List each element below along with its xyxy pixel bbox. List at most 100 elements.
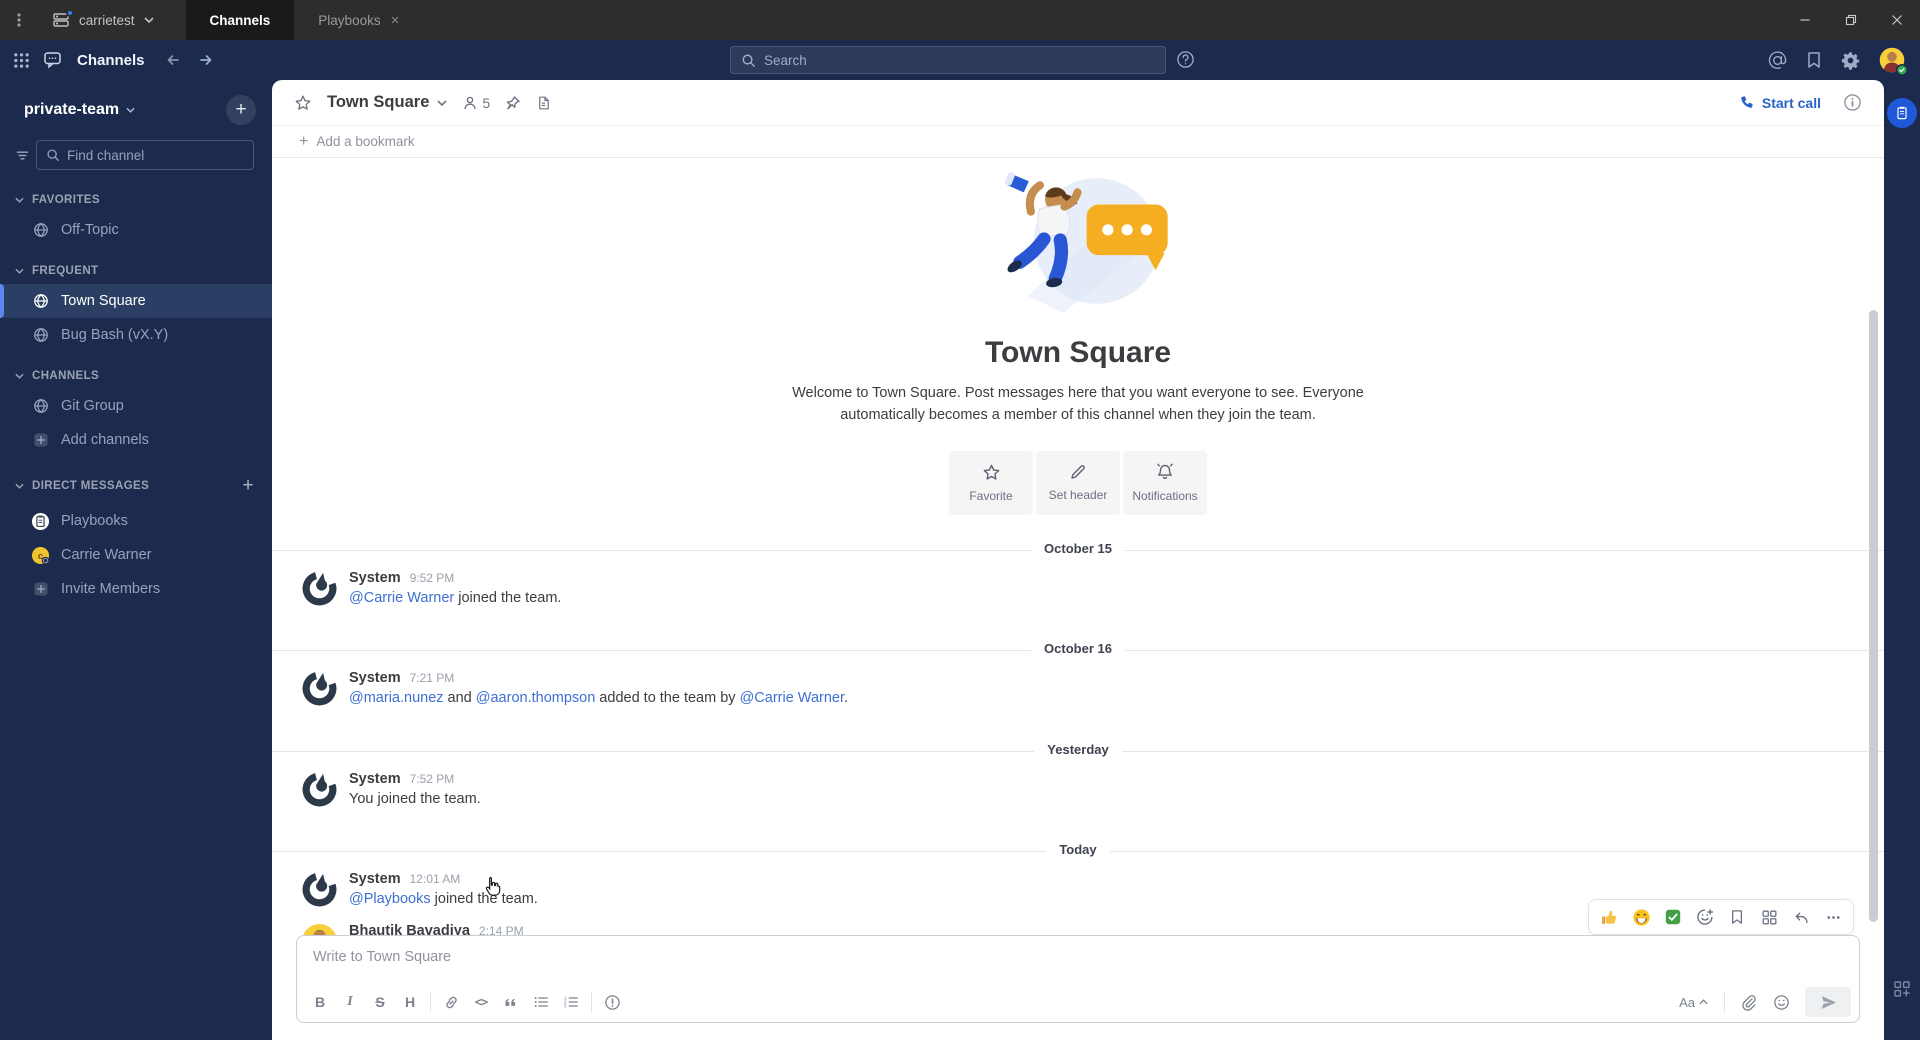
apps-grid-icon[interactable] [1893,980,1911,998]
sidebar-item-playbooks[interactable]: Playbooks [0,504,272,538]
message-author[interactable]: System [349,871,401,887]
settings-gear-icon[interactable] [1841,51,1860,70]
mention-link[interactable]: @Playbooks [349,891,431,907]
system-avatar[interactable] [301,670,338,707]
tab-playbooks[interactable]: Playbooks × [294,0,423,40]
channel-filter-icon[interactable] [13,140,31,170]
emoji-picker-icon[interactable] [1766,988,1796,1016]
team-menu[interactable]: private-team [24,101,135,119]
sidebar-item-invite-members[interactable]: Invite Members [0,572,272,606]
sidebar-item-bug-bash-vx-y-[interactable]: Bug Bash (vX.Y) [0,318,272,352]
app-menu-icon[interactable] [0,12,38,28]
section-header-direct-messages[interactable]: DIRECT MESSAGES + [0,468,272,504]
close-button[interactable] [1874,0,1920,40]
product-switcher-icon[interactable] [13,52,30,69]
add-channels-plus-button[interactable]: + [226,95,256,125]
find-channel-input[interactable] [67,147,244,163]
close-tab-icon[interactable]: × [391,12,400,29]
bhautik-avatar[interactable] [301,923,338,935]
date-divider-label: October 15 [1031,540,1125,556]
search-field[interactable] [764,52,1155,68]
bulleted-list-button[interactable] [526,988,556,1016]
search-input[interactable] [730,46,1166,74]
thumbs-up-reaction-icon[interactable] [1594,903,1624,931]
message-priority-button[interactable] [597,988,627,1016]
saved-posts-icon[interactable] [1806,51,1822,69]
save-message-icon[interactable] [1722,903,1752,931]
message-row[interactable]: System 9:52 PM @Carrie Warner joined the t… [272,563,1884,615]
set-header-button[interactable]: Set header [1036,450,1120,515]
pinned-posts-icon[interactable] [505,95,521,111]
tab-channels[interactable]: Channels [185,0,295,40]
find-channel-box[interactable] [36,140,254,170]
sidebar-item-off-topic[interactable]: Off-Topic [0,213,272,247]
message-row[interactable]: Bhautik Bavadiya2:14 PMTime is 19:50Edit… [272,899,1884,935]
mentions-icon[interactable] [1768,50,1787,70]
heading-button[interactable]: H [395,988,425,1016]
message-author[interactable]: System [349,771,401,787]
hide-formatting-button[interactable]: Aa [1671,988,1716,1016]
favorite-star-icon[interactable] [294,94,312,112]
add-reaction-icon[interactable] [1690,903,1720,931]
message-list: Town Square Welcome to Town Square. Post… [272,158,1884,935]
mention-link[interactable]: @aaron.thompson [476,690,596,706]
reply-icon[interactable] [1786,903,1816,931]
help-icon[interactable] [1176,50,1195,69]
playbooks-app-icon[interactable] [1887,98,1917,128]
favorite-button[interactable]: Favorite [949,450,1033,515]
message-body: System 7:21 PM @maria.nunez and @aaron.tho… [349,670,848,708]
link-button[interactable] [436,988,466,1016]
message-author[interactable]: System [349,670,401,686]
channel-files-icon[interactable] [536,95,551,111]
attach-file-icon[interactable] [1733,988,1763,1016]
send-message-button[interactable] [1805,987,1851,1017]
system-avatar[interactable] [301,871,338,908]
channel-members-button[interactable]: 5 [462,95,490,111]
add-direct-message-icon[interactable]: + [243,475,255,497]
channel-info-icon[interactable] [1843,93,1862,112]
sidebar-item-town-square[interactable]: Town Square [0,284,272,318]
sidebar-item-carrie-warner[interactable]: c Carrie Warner [0,538,272,572]
mention-link[interactable]: @maria.nunez [349,690,444,706]
channel-name-menu[interactable]: Town Square [327,93,447,112]
add-bookmark-bar[interactable]: + Add a bookmark [272,126,1884,158]
mention-link[interactable]: @Carrie Warner [740,690,844,706]
message-row[interactable]: System 7:52 PM You joined the team. [272,764,1884,816]
mention-link[interactable]: @Carrie Warner [349,590,454,606]
restore-button[interactable] [1828,0,1874,40]
scrollbar-thumb[interactable] [1869,310,1878,922]
minimize-button[interactable] [1782,0,1828,40]
history-forward-icon[interactable] [198,52,214,68]
message-author[interactable]: System [349,570,401,586]
server-switcher[interactable]: carrietest [38,0,176,40]
section-header-favorites[interactable]: FAVORITES [0,187,272,213]
sidebar-item-add-channels[interactable]: Add channels [0,423,272,457]
quote-button[interactable] [496,988,526,1016]
start-call-button[interactable]: Start call [1739,95,1821,111]
italic-button[interactable]: I [335,988,365,1016]
bold-button[interactable]: B [305,988,335,1016]
system-avatar[interactable] [301,570,338,607]
message-author[interactable]: Bhautik Bavadiya [349,923,470,935]
town-square-illustration [966,166,1191,318]
grinning-reaction-icon[interactable] [1626,903,1656,931]
message-apps-icon[interactable] [1754,903,1784,931]
message-row[interactable]: System 7:21 PM @maria.nunez and @aaron.tho… [272,663,1884,715]
code-button[interactable]: <> [466,988,496,1016]
system-avatar[interactable] [301,771,338,808]
globe-icon [31,398,50,414]
numbered-list-button[interactable]: 123 [556,988,586,1016]
playbooks-icon [31,512,50,531]
strikethrough-button[interactable]: S [365,988,395,1016]
section-header-frequent[interactable]: FREQUENT [0,258,272,284]
message-input[interactable]: Write to Town Square [297,936,1859,978]
check-mark-reaction-icon[interactable] [1658,903,1688,931]
user-avatar[interactable] [1879,47,1908,76]
more-actions-icon[interactable] [1818,903,1848,931]
history-back-icon[interactable] [165,52,181,68]
sidebar-item-git-group[interactable]: Git Group [0,389,272,423]
action-label: Set header [1048,488,1108,503]
section-header-channels[interactable]: CHANNELS [0,363,272,389]
notifications-button[interactable]: Notifications [1123,450,1207,515]
message-text: You joined the team. [349,789,481,809]
